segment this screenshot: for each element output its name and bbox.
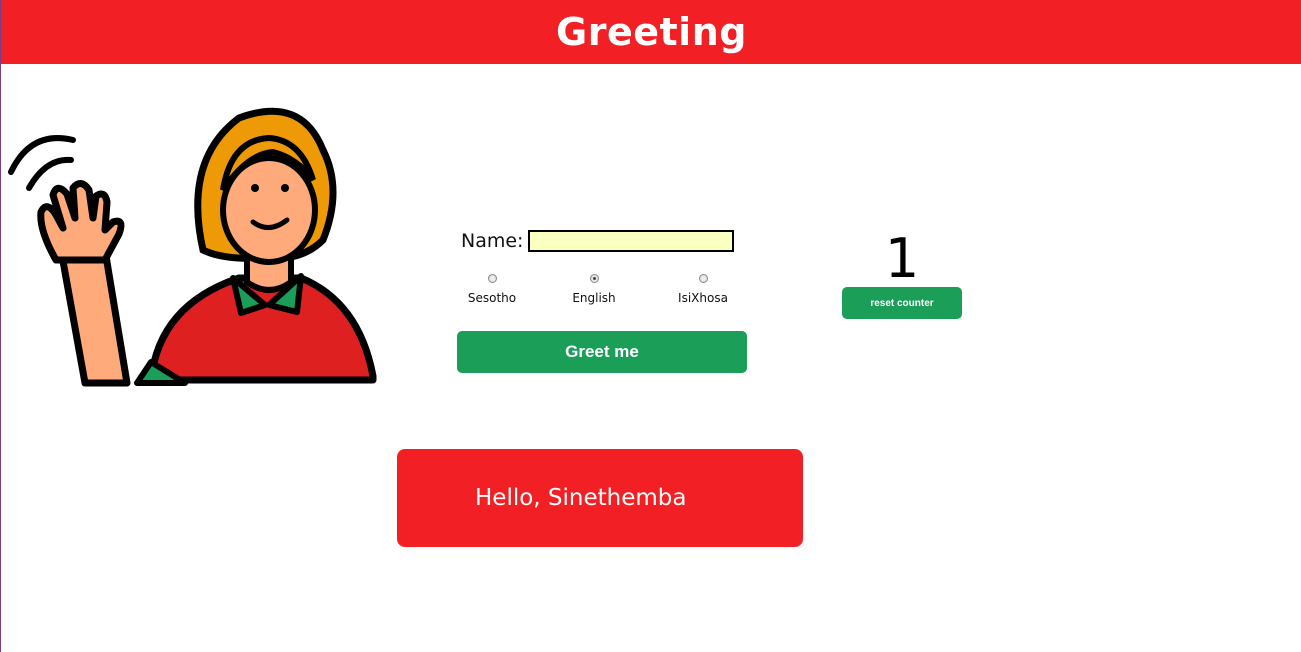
name-label: Name: <box>461 230 524 252</box>
greet-counter: 1 <box>884 227 920 290</box>
radio-label-sesotho: Sesotho <box>467 291 517 305</box>
radio-option-isixhosa[interactable]: IsiXhosa <box>663 274 743 305</box>
radio-option-english[interactable]: English <box>554 274 634 305</box>
greet-me-button[interactable]: Greet me <box>457 331 747 373</box>
name-input[interactable] <box>528 230 735 252</box>
header-bar: Greeting <box>1 0 1301 64</box>
radio-label-english: English <box>572 291 616 305</box>
greeting-message-box: Hello, Sinethemba <box>397 449 803 547</box>
page: Greeting Name: Sesotho English IsiXhosa … <box>0 0 1301 652</box>
radio-option-sesotho[interactable]: Sesotho <box>452 274 532 305</box>
radio-button-english[interactable] <box>589 274 599 283</box>
radio-button-sesotho[interactable] <box>487 274 497 283</box>
radio-button-isixhosa[interactable] <box>698 274 708 283</box>
language-radio-group: Sesotho English IsiXhosa <box>457 274 747 314</box>
page-title: Greeting <box>556 10 747 54</box>
waving-woman-illustration <box>8 107 377 387</box>
radio-label-isixhosa: IsiXhosa <box>678 291 728 305</box>
greeting-message: Hello, Sinethemba <box>475 485 687 511</box>
reset-counter-button[interactable]: reset counter <box>842 287 962 319</box>
name-row: Name: <box>461 230 735 252</box>
